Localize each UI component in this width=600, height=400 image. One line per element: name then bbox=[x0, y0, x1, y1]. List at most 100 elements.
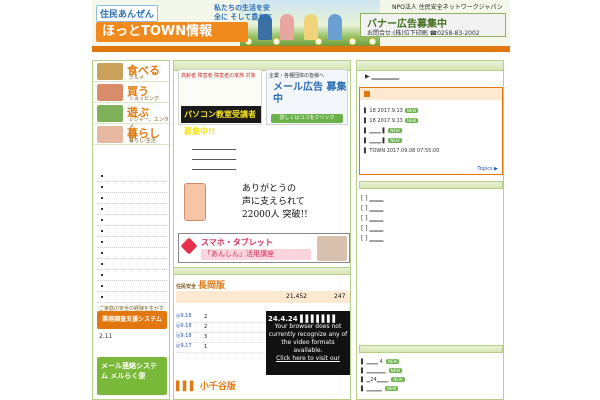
mail-ad-detail-button[interactable]: 詳しくはココをクリック bbox=[271, 114, 343, 123]
row-date: ◎9.18 bbox=[176, 333, 192, 339]
row-date: ◎9.18 bbox=[176, 313, 192, 319]
mail-ad[interactable]: 企業・各種団体の皆様へ メール広告 募集中 詳しくはココをクリック bbox=[266, 69, 348, 125]
topics-link[interactable]: Topics ▶ bbox=[477, 166, 498, 172]
pc-class-ad-label: 高齢者 障害者 障害者の家族 対象 bbox=[181, 73, 256, 79]
list-item[interactable]: ▌ ▁▁▁▁ NEW bbox=[361, 386, 501, 395]
item-text: [ ] ▁▁▁ bbox=[361, 235, 384, 242]
right-sidebar: ▶ ▁▁▁▁▁▁ ▌ 18 2017.9.13 NEW ▌ 18 2017.9.1… bbox=[356, 60, 504, 400]
menu-item-play[interactable]: 遊ぶ レジャー、エンタメ bbox=[93, 103, 169, 130]
site-logo[interactable]: ほっとTOWN情報 bbox=[96, 22, 248, 42]
mail-ad-title: メール広告 募集中 bbox=[273, 82, 347, 105]
site-header: 住民あんぜん ほっとTOWN情報 私たちの生活を安全に そして豊かに NPO法人… bbox=[92, 0, 510, 52]
list-item[interactable]: [ ] ▁▁▁ bbox=[361, 195, 501, 205]
person-figure bbox=[328, 14, 342, 40]
row-num: 2 bbox=[204, 324, 208, 330]
list-item[interactable] bbox=[97, 215, 167, 226]
link-lines bbox=[192, 141, 252, 171]
link-line[interactable] bbox=[192, 141, 236, 150]
logo-tag[interactable]: 住民あんぜん bbox=[96, 5, 159, 22]
list-item[interactable]: [ ] ▁▁▁ bbox=[361, 225, 501, 235]
mail-system-banner[interactable]: メール連絡システム メルらく便 bbox=[97, 357, 167, 395]
item-text: [ ] ▁▁▁ bbox=[361, 225, 384, 232]
news-item[interactable]: ▌ ▁▁▁ ▌ NEW bbox=[364, 138, 402, 144]
video-message: Your browser does not currently recogniz… bbox=[268, 323, 348, 354]
region-list: ◎9.18 2 ◎9.18 2 ◎9.18 3 ◎9.17 1 bbox=[176, 313, 266, 353]
pc-class-ad[interactable]: 高齢者 障害者 障害者の家族 対象 パソコン教室受講者募集中!! bbox=[178, 69, 262, 136]
menu-item-living[interactable]: 暮らし 暮らし-生活 bbox=[93, 124, 169, 145]
list-item[interactable]: [ ] ▁▁▁ bbox=[361, 235, 501, 245]
small-value: 2.11 bbox=[99, 333, 113, 340]
news-text: ▌ ▁▁▁ ▌ bbox=[364, 138, 387, 144]
section-divider bbox=[359, 181, 503, 189]
new-badge: NEW bbox=[388, 138, 402, 143]
new-badge: NEW bbox=[391, 377, 405, 382]
video-link[interactable]: Click here to visit our bbox=[266, 355, 350, 363]
living-thumbnail bbox=[97, 126, 123, 143]
thanks-banner[interactable]: ありがとうの 声に支えられて 22000人 突破!! bbox=[180, 179, 348, 231]
menu-item-sub: 暮らし-生活 bbox=[129, 138, 156, 144]
survey-system-banner[interactable]: 業務調査支援システム bbox=[97, 311, 167, 329]
news-item[interactable]: ▌ 18 2017.9.13 NEW bbox=[364, 118, 419, 124]
phone-icon bbox=[184, 183, 206, 221]
menu-item-sub: グルメ bbox=[129, 75, 145, 81]
flower-icon bbox=[370, 39, 375, 44]
top-link[interactable]: ▶ ▁▁▁▁▁▁ bbox=[365, 73, 399, 80]
news-item[interactable]: ▌ TOWN 2017.09.08 07:55:00 bbox=[364, 148, 439, 154]
link-line[interactable] bbox=[192, 161, 236, 170]
flower-icon bbox=[274, 39, 279, 44]
list-item[interactable] bbox=[97, 237, 167, 248]
list-item[interactable]: [ ] ▁▁▁ bbox=[361, 205, 501, 215]
item-text: [ ] ▁▁▁ bbox=[361, 205, 384, 212]
list-item[interactable]: ◎9.18 3 bbox=[176, 333, 266, 343]
list-item[interactable] bbox=[97, 281, 167, 292]
heart-icon bbox=[180, 237, 198, 255]
thanks-line: 声に支えられて bbox=[242, 197, 305, 207]
left-link-list bbox=[97, 171, 167, 303]
smartphone-title: スマホ・タブレット bbox=[201, 238, 273, 247]
news-item[interactable]: ▌ 18 2017.9.13 NEW bbox=[364, 108, 419, 114]
list-item[interactable] bbox=[97, 193, 167, 204]
list-item[interactable] bbox=[97, 259, 167, 270]
list-item[interactable] bbox=[97, 171, 167, 182]
banner-ad[interactable]: バナー広告募集中 お問合せ:(株)位下印刷 ☎0258-83-2002 bbox=[360, 13, 506, 37]
new-badge: NEW bbox=[388, 368, 403, 373]
list-item[interactable]: ◎9.17 1 bbox=[176, 343, 266, 353]
person-figure bbox=[304, 14, 318, 40]
npo-name: NPO法人 住民安全ネットワークジャパン bbox=[392, 4, 503, 11]
news-text: ▌ 18 2017.9.13 bbox=[364, 118, 403, 124]
leisure-thumbnail bbox=[97, 105, 123, 122]
link-line[interactable] bbox=[192, 151, 236, 160]
header-divider bbox=[92, 46, 510, 52]
news-box: ▌ 18 2017.9.13 NEW ▌ 18 2017.9.13 NEW ▌ ▁▁… bbox=[359, 87, 503, 175]
list-item[interactable] bbox=[97, 204, 167, 215]
region-band bbox=[176, 291, 350, 303]
smartphone-course-banner[interactable]: スマホ・タブレット 「あんしん」活用講座 bbox=[178, 233, 350, 263]
list-item[interactable]: ▌ ▁24▁▁▁ NEW bbox=[361, 377, 501, 386]
list-item[interactable]: ◎9.18 2 bbox=[176, 323, 266, 333]
banner-ad-contact: お問合せ:(株)位下印刷 ☎0258-83-2002 bbox=[367, 30, 480, 37]
recent-list: ▌ ▁▁▁ 4 NEW ▌ ▁▁▁▁▁ NEW ▌ ▁24▁▁▁ NEW ▌ ▁▁▁▁… bbox=[361, 359, 501, 395]
news-text: ▌ 18 2017.9.13 bbox=[364, 108, 403, 114]
list-item[interactable] bbox=[97, 248, 167, 259]
list-item[interactable]: ◎9.18 2 bbox=[176, 313, 266, 323]
menu-item-eat[interactable]: 食べる グルメ bbox=[93, 61, 169, 82]
new-badge: NEW bbox=[384, 386, 399, 391]
item-text: ▌ ▁▁▁ 4 bbox=[361, 359, 383, 365]
video-player[interactable]: 24.4.24 ▌▌▌▌▌▌▌ Your browser does not cu… bbox=[266, 311, 350, 375]
list-item[interactable] bbox=[97, 292, 167, 303]
item-text: [ ] ▁▁▁ bbox=[361, 195, 384, 202]
section-divider bbox=[359, 345, 503, 353]
menu-item-buy[interactable]: 買う ショッピング bbox=[93, 82, 169, 103]
list-item[interactable]: ▌ ▁▁▁▁▁ NEW bbox=[361, 368, 501, 377]
news-item[interactable]: ▌ ▁▁▁ ▌ NEW bbox=[364, 128, 402, 134]
stat-count: 21,452 bbox=[286, 293, 307, 300]
list-item[interactable]: [ ] ▁▁▁ bbox=[361, 215, 501, 225]
pc-class-ad-title: パソコン教室受講者募集中!! bbox=[181, 106, 261, 136]
list-item[interactable] bbox=[97, 226, 167, 237]
list-item[interactable]: ▌ ▁▁▁ 4 NEW bbox=[361, 359, 501, 368]
bracket-list: [ ] ▁▁▁ [ ] ▁▁▁ [ ] ▁▁▁ [ ] ▁▁▁ [ ] ▁▁▁ bbox=[361, 195, 501, 245]
smartphone-photo bbox=[317, 236, 347, 261]
item-text: [ ] ▁▁▁ bbox=[361, 215, 384, 222]
list-item[interactable] bbox=[97, 182, 167, 193]
list-item[interactable] bbox=[97, 270, 167, 281]
